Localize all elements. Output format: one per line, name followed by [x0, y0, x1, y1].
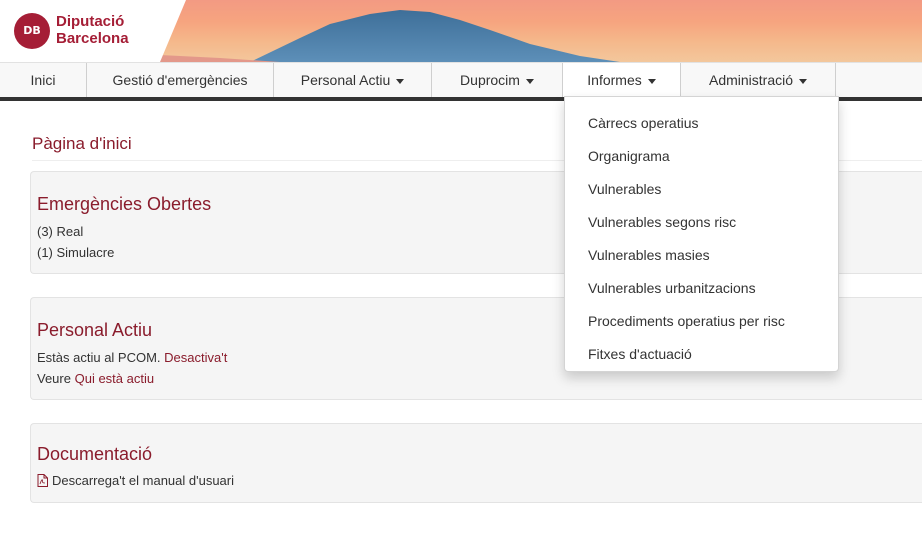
nav-administracio[interactable]: Administració: [681, 63, 836, 97]
who-active-link[interactable]: Qui està actiu: [75, 371, 155, 386]
personal-status-line: Estàs actiu al PCOM. Desactiva't: [37, 350, 227, 365]
nav-inici[interactable]: Inici: [0, 63, 87, 97]
manual-link-text: Descarrega't el manual d'usuari: [52, 473, 234, 488]
informes-dropdown-menu: Càrrecs operatius Organigrama Vulnerable…: [564, 96, 839, 372]
nav-inici-label: Inici: [30, 72, 56, 88]
emergencies-title: Emergències Obertes: [37, 194, 212, 214]
manual-download-link[interactable]: Descarrega't el manual d'usuari: [37, 473, 234, 488]
brand-line-1: Diputació: [56, 13, 125, 30]
brand-name: Diputació Barcelona: [56, 13, 129, 47]
real-emergencies-link[interactable]: (3) Real: [37, 224, 83, 239]
nav-informes-label: Informes: [587, 72, 642, 88]
personal-status-text: Estàs actiu al PCOM.: [37, 350, 161, 365]
header-banner: DB Diputació Barcelona: [0, 0, 922, 62]
menu-item-organigrama[interactable]: Organigrama: [588, 148, 670, 164]
nav-personal-actiu[interactable]: Personal Actiu: [274, 63, 432, 97]
menu-item-vulnerables[interactable]: Vulnerables: [588, 181, 661, 197]
nav-duprocim-label: Duprocim: [460, 72, 520, 88]
menu-item-fitxes-actuacio[interactable]: Fitxes d'actuació: [588, 346, 692, 362]
caret-down-icon: [647, 78, 656, 84]
caret-down-icon: [525, 78, 534, 84]
nav-duprocim[interactable]: Duprocim: [432, 63, 563, 97]
caret-down-icon: [799, 78, 808, 84]
menu-item-vulnerables-masies[interactable]: Vulnerables masies: [588, 247, 710, 263]
nav-informes[interactable]: Informes: [563, 63, 681, 97]
menu-item-carrecs-operatius[interactable]: Càrrecs operatius: [588, 115, 699, 131]
nav-administracio-label: Administració: [708, 72, 794, 88]
logo-area[interactable]: DB Diputació Barcelona: [0, 0, 186, 62]
deactivate-link[interactable]: Desactiva't: [164, 350, 227, 365]
menu-item-vulnerables-urbanitzacions[interactable]: Vulnerables urbanitzacions: [588, 280, 756, 296]
menu-item-procediments-operatius[interactable]: Procediments operatius per risc: [588, 313, 785, 329]
menu-item-vulnerables-segons-risc[interactable]: Vulnerables segons risc: [588, 214, 736, 230]
caret-down-icon: [396, 78, 405, 84]
pdf-file-icon: [37, 474, 48, 487]
who-active-line: Veure Qui està actiu: [37, 371, 154, 386]
documentation-panel: Documentació Descarrega't el manual d'us…: [30, 423, 922, 503]
page-title: Pàgina d'inici: [32, 134, 132, 153]
mountain-banner-image: [160, 10, 620, 62]
brand-line-2: Barcelona: [56, 30, 129, 47]
see-prefix: Veure: [37, 371, 71, 386]
documentation-title: Documentació: [37, 444, 153, 464]
simulacre-emergencies-link[interactable]: (1) Simulacre: [37, 245, 114, 260]
personal-title: Personal Actiu: [37, 320, 153, 340]
nav-gestio-emergencies[interactable]: Gestió d'emergències: [87, 63, 274, 97]
nav-personal-label: Personal Actiu: [300, 72, 391, 88]
nav-gestio-label: Gestió d'emergències: [112, 72, 248, 88]
diputacio-emblem-icon: DB: [14, 13, 50, 49]
